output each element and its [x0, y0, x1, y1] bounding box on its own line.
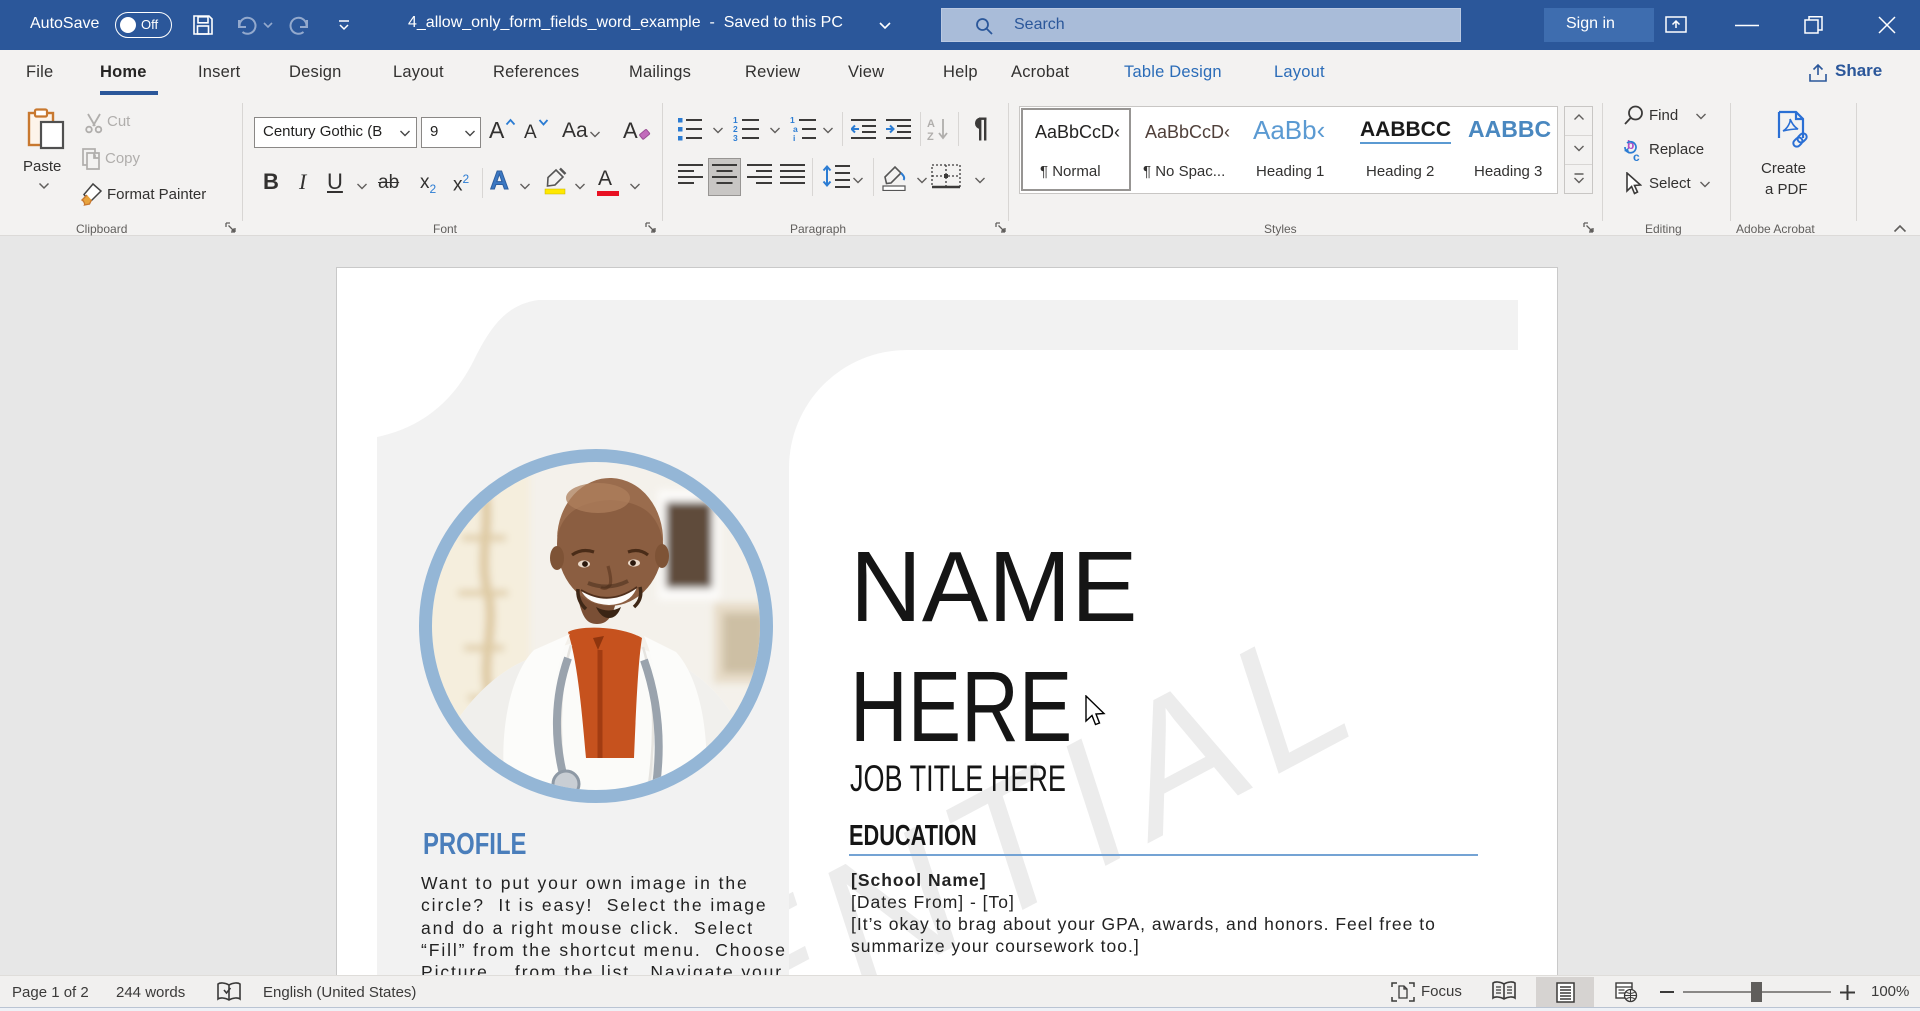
svg-text:i: i — [793, 133, 795, 142]
svg-text:A: A — [927, 118, 935, 130]
svg-text:3: 3 — [733, 133, 738, 142]
svg-text:Z: Z — [927, 131, 934, 142]
